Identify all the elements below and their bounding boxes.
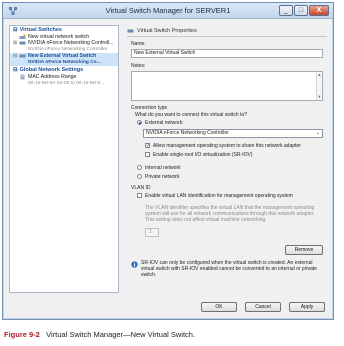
- vlan-enable-checkbox[interactable]: [137, 193, 142, 198]
- switch-icon: [19, 41, 26, 45]
- scroll-down-icon[interactable]: ▼: [317, 94, 322, 100]
- figure-number: Figure 9-2: [4, 330, 40, 339]
- switch-icon: [19, 54, 26, 58]
- cancel-button[interactable]: Cancel: [245, 302, 281, 312]
- tree-item-mac-range[interactable]: MAC Address Range 00-15-5D-0A-22-00 to 0…: [10, 74, 118, 87]
- scroll-up-icon[interactable]: ▲: [317, 72, 322, 78]
- chevron-down-icon: ⌄: [315, 130, 320, 136]
- vlan-help-text: The VLAN identifier specifies the virtua…: [145, 205, 315, 223]
- name-field[interactable]: New External Virtual Switch: [131, 49, 323, 58]
- private-network-label: Private network: [145, 174, 180, 180]
- tree-item-new-external-switch[interactable]: ⊟ New External Virtual Switch NVIDIA nFo…: [10, 53, 118, 66]
- switch-properties-panel: Virtual Switch Properties Name: New Exte…: [125, 25, 331, 293]
- tree-item-nvidia-controller[interactable]: ⊞ NVIDIA nForce Networking Controll... N…: [10, 40, 118, 53]
- vlan-id-field[interactable]: 2: [145, 228, 159, 237]
- virtual-switches-header[interactable]: ⊟ Virtual Switches: [10, 26, 118, 34]
- virtual-switch-manager-window: Virtual Switch Manager for SERVER1 _ □ X…: [2, 2, 334, 320]
- title-bar[interactable]: Virtual Switch Manager for SERVER1 _ □ X: [3, 3, 333, 19]
- name-label: Name:: [131, 41, 146, 47]
- global-network-settings-header[interactable]: ⊟ Global Network Settings: [10, 66, 118, 74]
- vlan-enable-label: Enable virtual LAN identification for ma…: [145, 193, 293, 199]
- switch-tree[interactable]: ⊟ Virtual Switches New virtual network s…: [9, 25, 119, 293]
- properties-section-header: Virtual Switch Properties: [127, 25, 327, 37]
- internal-network-label: Internal network: [145, 165, 181, 171]
- notes-field[interactable]: ▲ ▼: [131, 71, 323, 101]
- info-icon: [131, 261, 138, 268]
- external-network-label: External network:: [145, 120, 184, 126]
- sriov-checkbox[interactable]: [145, 152, 150, 157]
- remove-button[interactable]: Remove: [285, 245, 323, 255]
- maximize-button[interactable]: □: [294, 5, 308, 16]
- external-network-radio[interactable]: [137, 120, 142, 125]
- close-button[interactable]: X: [309, 5, 329, 16]
- mac-address-icon: [20, 74, 25, 80]
- private-network-radio[interactable]: [137, 174, 142, 179]
- sriov-info-text: SR-IOV can only be configured when the v…: [141, 260, 317, 278]
- vlan-id-label: VLAN ID: [131, 185, 151, 191]
- collapse-icon[interactable]: ⊟: [13, 66, 18, 74]
- internal-network-radio[interactable]: [137, 165, 142, 170]
- collapse-icon[interactable]: ⊟: [13, 26, 18, 34]
- notes-label: Notes:: [131, 63, 146, 69]
- minimize-button[interactable]: _: [279, 5, 293, 16]
- sriov-label: Enable single-root I/O virtualization (S…: [153, 152, 253, 158]
- connection-type-label: Connection type: [131, 105, 168, 111]
- window-controls: _ □ X: [279, 5, 329, 16]
- notes-scrollbar[interactable]: ▲ ▼: [316, 72, 322, 100]
- switch-icon: [127, 29, 134, 33]
- connection-question: What do you want to connect this virtual…: [135, 112, 247, 118]
- figure-caption: Figure 9-2 Virtual Switch Manager—New Vi…: [4, 330, 195, 339]
- ok-button[interactable]: OK: [201, 302, 237, 312]
- allow-management-checkbox[interactable]: [145, 143, 150, 148]
- allow-management-label: Allow management operating system to sha…: [153, 143, 301, 149]
- external-adapter-select[interactable]: NVIDIA nForce Networking Controller ⌄: [143, 129, 323, 138]
- apply-button[interactable]: Apply: [289, 302, 325, 312]
- figure-caption-text: Virtual Switch Manager—New Virtual Switc…: [46, 330, 196, 339]
